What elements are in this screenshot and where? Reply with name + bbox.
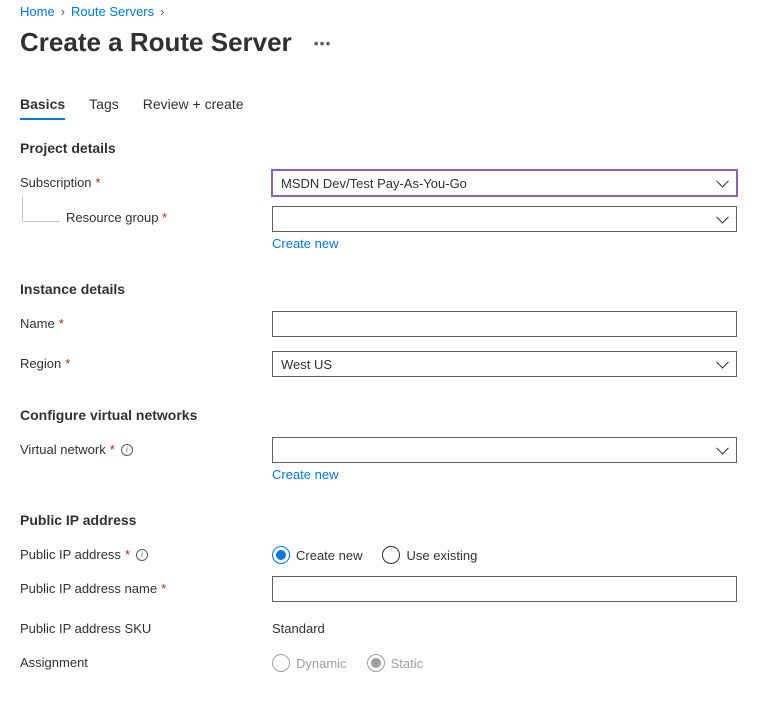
tab-basics[interactable]: Basics [20,96,65,120]
chevron-right-icon: › [160,4,164,19]
public-ip-radio-group: Create new Use existing [272,542,737,564]
radio-icon [367,654,385,672]
public-ip-name-input[interactable] [272,576,737,602]
region-select[interactable]: West US [272,351,737,377]
name-label: Name * [20,311,272,331]
assignment-label: Assignment [20,650,272,670]
section-instance-details: Instance details [20,281,737,297]
more-icon[interactable]: ••• [310,31,336,55]
radio-icon [272,546,290,564]
breadcrumb: Home › Route Servers › [20,4,737,19]
tab-bar: Basics Tags Review + create [20,96,737,120]
info-icon[interactable]: i [136,549,148,561]
assignment-dynamic-radio: Dynamic [272,654,347,672]
resource-group-create-new-link[interactable]: Create new [272,236,338,251]
public-ip-create-new-radio[interactable]: Create new [272,546,362,564]
breadcrumb-home[interactable]: Home [20,4,55,19]
section-project-details: Project details [20,140,737,156]
page-header: Create a Route Server ••• [20,27,737,58]
section-public-ip: Public IP address [20,512,737,528]
resource-group-select[interactable] [272,206,737,232]
resource-group-label: Resource group * [66,210,167,225]
vnet-select[interactable] [272,437,737,463]
tab-tags[interactable]: Tags [89,96,119,120]
name-input[interactable] [272,311,737,337]
radio-icon [382,546,400,564]
region-label: Region * [20,351,272,371]
assignment-static-radio: Static [367,654,424,672]
section-configure-vnets: Configure virtual networks [20,407,737,423]
radio-icon [272,654,290,672]
chevron-right-icon: › [61,4,65,19]
indent-line [22,196,60,222]
breadcrumb-route-servers[interactable]: Route Servers [71,4,154,19]
info-icon[interactable]: i [121,444,133,456]
public-ip-sku-value: Standard [272,616,737,636]
public-ip-name-label: Public IP address name * [20,576,272,596]
tab-review-create[interactable]: Review + create [143,96,244,120]
subscription-label: Subscription * [20,170,272,190]
assignment-radio-group: Dynamic Static [272,650,737,672]
page-title: Create a Route Server [20,27,292,58]
vnet-create-new-link[interactable]: Create new [272,467,338,482]
vnet-label: Virtual network * i [20,437,272,457]
public-ip-use-existing-radio[interactable]: Use existing [382,546,477,564]
public-ip-sku-label: Public IP address SKU [20,616,272,636]
public-ip-label: Public IP address * i [20,542,272,562]
subscription-select[interactable]: MSDN Dev/Test Pay-As-You-Go [272,170,737,196]
